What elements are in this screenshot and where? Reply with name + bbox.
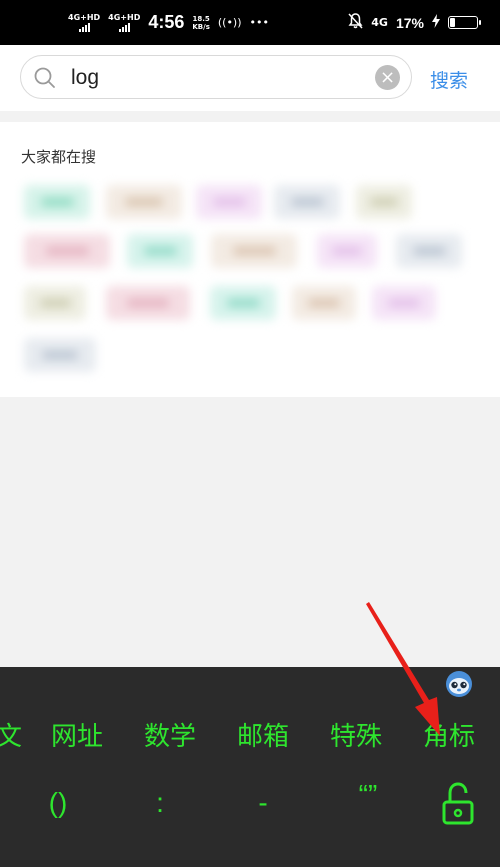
hot-search-chip[interactable] bbox=[396, 234, 462, 268]
key-quotes[interactable]: “” bbox=[348, 779, 388, 811]
signal-icon-sim2: 4G+HD bbox=[108, 13, 140, 32]
key-parentheses[interactable]: () bbox=[38, 787, 78, 819]
symbol-keyboard: 文 网址 数学 邮箱 特殊 角标 () : - “” bbox=[0, 667, 500, 867]
search-header: × 搜索 bbox=[0, 45, 500, 111]
search-icon bbox=[34, 67, 55, 88]
clock: 4:56 bbox=[148, 12, 185, 32]
mute-bell-icon bbox=[348, 12, 363, 33]
keyboard-logo-icon[interactable] bbox=[445, 670, 473, 698]
unlock-icon[interactable] bbox=[441, 782, 475, 826]
search-input[interactable] bbox=[69, 62, 343, 94]
hotspot-icon: ((•)) bbox=[217, 16, 242, 29]
hot-search-chip[interactable] bbox=[292, 286, 356, 320]
key-colon[interactable]: : bbox=[140, 787, 180, 819]
more-notifications-icon: ••• bbox=[249, 16, 269, 29]
hot-search-chip[interactable] bbox=[106, 286, 190, 320]
keyboard-tab-math[interactable]: 数学 bbox=[144, 716, 196, 753]
keyboard-tab-special[interactable]: 特殊 bbox=[330, 716, 382, 753]
hot-search-chip[interactable] bbox=[274, 185, 340, 219]
keyboard-tab-url[interactable]: 网址 bbox=[51, 716, 103, 753]
network-speed: 18.5 KB/s bbox=[192, 14, 210, 31]
keyboard-tab-email[interactable]: 邮箱 bbox=[237, 716, 289, 753]
hot-search-chip[interactable] bbox=[372, 286, 436, 320]
hot-search-chip[interactable] bbox=[211, 234, 297, 268]
clear-icon[interactable]: × bbox=[375, 65, 400, 90]
signal-icon-sim1: 4G+HD bbox=[68, 13, 100, 32]
hot-search-chip[interactable] bbox=[317, 234, 377, 268]
hot-searches-panel: 大家都在搜 bbox=[0, 122, 500, 397]
battery-percent: 17% bbox=[395, 14, 424, 31]
hot-search-chip[interactable] bbox=[106, 185, 182, 219]
hot-search-chip[interactable] bbox=[24, 338, 96, 372]
search-box[interactable]: × bbox=[20, 55, 412, 99]
hot-search-chip[interactable] bbox=[24, 185, 90, 219]
hot-search-chip[interactable] bbox=[24, 234, 110, 268]
hot-search-chip[interactable] bbox=[127, 234, 193, 268]
search-button[interactable]: 搜索 bbox=[430, 66, 468, 93]
hot-search-chip[interactable] bbox=[210, 286, 276, 320]
hot-search-chip[interactable] bbox=[24, 286, 86, 320]
hot-search-chip[interactable] bbox=[356, 185, 412, 219]
network-type-icon: 4G bbox=[371, 16, 388, 29]
key-hyphen[interactable]: - bbox=[243, 787, 283, 819]
keyboard-tab-superscript[interactable]: 角标 bbox=[423, 716, 475, 753]
battery-icon bbox=[448, 16, 481, 29]
charging-icon bbox=[432, 13, 440, 32]
status-bar: 4G+HD 4G+HD 4:56 18.5 KB/s ((•)) ••• 4G … bbox=[0, 0, 500, 45]
hot-searches-title: 大家都在搜 bbox=[21, 148, 97, 166]
hot-search-chip[interactable] bbox=[196, 185, 262, 219]
keyboard-tab-text[interactable]: 文 bbox=[0, 716, 22, 753]
